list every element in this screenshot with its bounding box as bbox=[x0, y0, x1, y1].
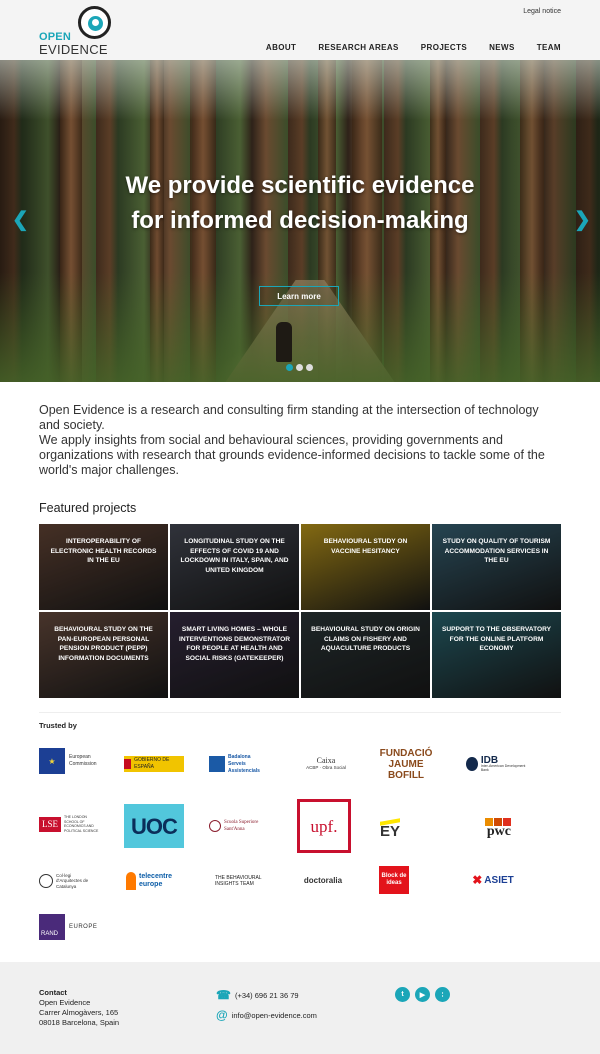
idb-logo[interactable]: IDB Inter-American Development Bank bbox=[466, 752, 526, 776]
project-card-label: SUPPORT TO THE OBSERVATORY FOR THE ONLIN… bbox=[441, 626, 552, 652]
slider-dot-2[interactable] bbox=[296, 364, 303, 371]
asiet-logo[interactable]: ✖ ASIET bbox=[463, 870, 523, 890]
learn-more-button[interactable]: Learn more bbox=[259, 286, 339, 306]
project-card[interactable]: BEHAVIOURAL STUDY ON VACCINE HESITANCY bbox=[301, 524, 430, 610]
nav-research-areas[interactable]: RESEARCH AREAS bbox=[318, 43, 398, 52]
project-card[interactable]: INTEROPERABILITY OF ELECTRONIC HEALTH RE… bbox=[39, 524, 168, 610]
european-commission-logo[interactable]: ★ European Commission bbox=[39, 745, 99, 777]
open-evidence-logo[interactable]: OPEN EVIDENCE bbox=[39, 6, 119, 58]
section-divider bbox=[39, 712, 561, 713]
hiker-figure bbox=[276, 322, 292, 362]
badalona-serveis-logo[interactable]: Badalona Serveis Assistencials bbox=[209, 754, 269, 774]
behavioural-insights-team-logo[interactable]: THE BEHAVIOURAL INSIGHTS TEAM bbox=[215, 871, 265, 891]
project-card-label: BEHAVIOURAL STUDY ON ORIGIN CLAIMS ON FI… bbox=[311, 626, 420, 652]
chevron-right-icon[interactable]: ❯ bbox=[574, 210, 591, 230]
uoc-logo[interactable]: UOC bbox=[124, 804, 184, 848]
sant-anna-logo[interactable]: Scuola Superiore Sant'Anna bbox=[209, 815, 269, 837]
nav-projects[interactable]: PROJECTS bbox=[421, 43, 467, 52]
project-card[interactable]: BEHAVIOURAL STUDY ON ORIGIN CLAIMS ON FI… bbox=[301, 612, 430, 698]
site-header: Legal notice OPEN EVIDENCE ABOUT RESEARC… bbox=[0, 0, 600, 60]
gobierno-espana-logo[interactable]: GOBIERNO DE ESPAÑA bbox=[124, 756, 184, 772]
legal-notice-link[interactable]: Legal notice bbox=[523, 8, 561, 15]
youtube-icon[interactable]: ▶ bbox=[415, 987, 430, 1002]
site-footer: Contact Open Evidence Carrer Almogàvers,… bbox=[0, 962, 600, 1054]
twitter-icon[interactable]: t bbox=[395, 987, 410, 1002]
lse-logo[interactable]: LSE THE LONDON SCHOOL OF ECONOMICS AND P… bbox=[39, 812, 101, 836]
contact-title: Contact bbox=[39, 988, 67, 997]
project-card[interactable]: LONGITUDINAL STUDY ON THE EFFECTS OF COV… bbox=[170, 524, 299, 610]
project-card[interactable]: SUPPORT TO THE OBSERVATORY FOR THE ONLIN… bbox=[432, 612, 561, 698]
contact-address-line-1: Carrer Almogàvers, 165 bbox=[39, 1008, 119, 1017]
eye-logo-icon bbox=[78, 6, 111, 39]
email-address: info@open-evidence.com bbox=[231, 1010, 317, 1020]
telecentre-europe-logo[interactable]: telecentre europe bbox=[126, 866, 182, 896]
slider-dots bbox=[286, 364, 313, 371]
block-de-ideas-logo[interactable]: Block de ideas bbox=[379, 866, 409, 894]
project-card-label: BEHAVIOURAL STUDY ON VACCINE HESITANCY bbox=[323, 538, 408, 555]
slider-dot-3[interactable] bbox=[306, 364, 313, 371]
project-card-label: SMART LIVING HOMES – WHOLE INTERVENTIONS… bbox=[178, 626, 290, 662]
slider-dot-1[interactable] bbox=[286, 364, 293, 371]
project-card[interactable]: BEHAVIOURAL STUDY ON THE PAN-EUROPEAN PE… bbox=[39, 612, 168, 698]
featured-projects-grid: INTEROPERABILITY OF ELECTRONIC HEALTH RE… bbox=[39, 524, 561, 698]
phone-contact[interactable]: ☎ (+34) 696 21 36 79 bbox=[216, 988, 299, 1002]
rss-icon[interactable]: ∶ bbox=[435, 987, 450, 1002]
intro-text: Open Evidence is a research and consulti… bbox=[39, 403, 561, 478]
rand-europe-logo[interactable]: RAND EUROPE bbox=[39, 914, 103, 940]
fundacio-jaume-bofill-logo[interactable]: FUNDACIÓ JAUME BOFILL bbox=[378, 740, 434, 788]
at-icon: @ bbox=[216, 1008, 228, 1022]
doctoralia-logo[interactable]: doctoralia bbox=[298, 873, 348, 887]
contact-name: Open Evidence bbox=[39, 998, 91, 1007]
email-contact[interactable]: @ info@open-evidence.com bbox=[216, 1008, 317, 1022]
contact-address-line-2: 08018 Barcelona, Spain bbox=[39, 1018, 120, 1027]
logo-evidence-text: EVIDENCE bbox=[39, 42, 108, 57]
project-card-label: STUDY ON QUALITY OF TOURISM ACCOMMODATIO… bbox=[442, 538, 551, 564]
nav-about[interactable]: ABOUT bbox=[266, 43, 296, 52]
caixa-logo[interactable]: Caixa ACBP · Obra Social bbox=[296, 752, 356, 776]
intro-paragraph-1: Open Evidence is a research and consulti… bbox=[39, 403, 539, 432]
upf-logo[interactable]: upf. bbox=[297, 799, 351, 853]
phone-number: (+34) 696 21 36 79 bbox=[234, 990, 299, 1000]
contact-block: Contact Open Evidence Carrer Almogàvers,… bbox=[39, 988, 119, 1028]
main-nav: ABOUT RESEARCH AREAS PROJECTS NEWS TEAM bbox=[266, 43, 561, 52]
intro-paragraph-2: We apply insights from social and behavi… bbox=[39, 433, 545, 477]
project-card-label: INTEROPERABILITY OF ELECTRONIC HEALTH RE… bbox=[50, 538, 157, 564]
pwc-logo[interactable]: pwc bbox=[463, 808, 511, 844]
hero-slider: We provide scientific evidence for infor… bbox=[0, 60, 600, 382]
featured-projects-title: Featured projects bbox=[39, 501, 137, 515]
hero-title: We provide scientific evidence for infor… bbox=[125, 172, 475, 234]
nav-news[interactable]: NEWS bbox=[489, 43, 515, 52]
project-card-label: LONGITUDINAL STUDY ON THE EFFECTS OF COV… bbox=[180, 538, 289, 574]
ey-logo[interactable]: EY bbox=[380, 810, 410, 844]
phone-icon: ☎ bbox=[216, 988, 231, 1002]
project-card[interactable]: STUDY ON QUALITY OF TOURISM ACCOMMODATIO… bbox=[432, 524, 561, 610]
chevron-left-icon[interactable]: ❮ bbox=[12, 210, 29, 230]
project-card[interactable]: SMART LIVING HOMES – WHOLE INTERVENTIONS… bbox=[170, 612, 299, 698]
project-card-label: BEHAVIOURAL STUDY ON THE PAN-EUROPEAN PE… bbox=[54, 626, 153, 662]
trusted-by-title: Trusted by bbox=[39, 721, 77, 730]
arquitectes-catalunya-logo[interactable]: Col·legi d'Arquitectes de Catalunya bbox=[39, 870, 101, 892]
nav-team[interactable]: TEAM bbox=[537, 43, 561, 52]
social-links: t ▶ ∶ bbox=[395, 987, 450, 1002]
